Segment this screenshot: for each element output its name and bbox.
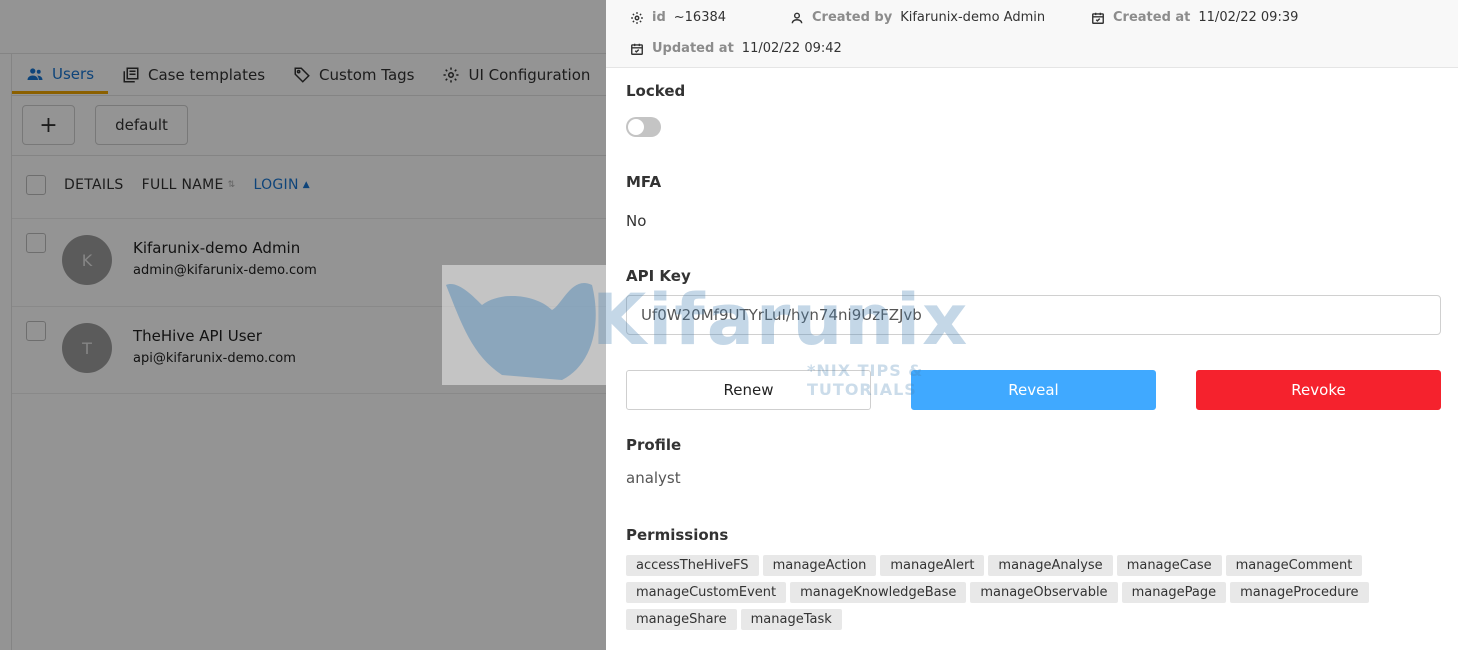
meta-created-at: Created at 11/02/22 09:39 [1091, 10, 1298, 25]
meta-updated-at: Updated at 11/02/22 09:42 [630, 41, 842, 56]
permission-tag: manageObservable [970, 582, 1118, 603]
modal-overlay[interactable] [0, 0, 606, 650]
meta-created-at-value: 11/02/22 09:39 [1198, 10, 1299, 25]
permission-tag: manageComment [1225, 555, 1363, 576]
meta-id-label: id [652, 10, 666, 25]
permission-tag: manageAction [762, 555, 877, 576]
mfa-value: No [626, 212, 647, 230]
meta-created-by-value: Kifarunix-demo Admin [900, 10, 1046, 25]
meta-created-by-label: Created by [812, 10, 893, 25]
meta-created-by: Created by Kifarunix-demo Admin [790, 10, 1045, 25]
permission-tag: manageAlert [880, 555, 985, 576]
calendar-icon [1092, 12, 1104, 24]
permission-tag: manageAnalyse [988, 555, 1113, 576]
permission-tag: manageProcedure [1230, 582, 1369, 603]
permission-tag: manageKnowledgeBase [790, 582, 967, 603]
locked-label: Locked [626, 82, 686, 100]
api-key-label: API Key [626, 267, 691, 285]
calendar-icon [631, 43, 643, 55]
revoke-button[interactable]: Revoke [1196, 370, 1441, 410]
toggle-knob [628, 119, 644, 135]
permission-tag: manageTask [740, 609, 842, 630]
api-key-field[interactable] [626, 295, 1441, 335]
profile-value: analyst [626, 469, 681, 487]
permissions-label: Permissions [626, 526, 729, 544]
permission-tag: manageCustomEvent [626, 582, 787, 603]
meta-id-value: ~16384 [673, 10, 727, 25]
user-meta-bar: id ~16384 Created by Kifarunix-demo Admi… [606, 0, 1458, 68]
gear-icon [631, 11, 643, 24]
meta-updated-at-label: Updated at [652, 41, 734, 56]
permission-tag: managePage [1121, 582, 1227, 603]
permission-tag: accessTheHiveFS [626, 555, 759, 576]
locked-toggle[interactable] [626, 117, 661, 137]
profile-label: Profile [626, 436, 682, 454]
user-icon [791, 12, 803, 23]
permission-tag: manageShare [626, 609, 737, 630]
mfa-label: MFA [626, 173, 662, 191]
permissions-list: accessTheHiveFS manageAction manageAlert… [626, 555, 1446, 630]
meta-id: id ~16384 [630, 10, 726, 25]
reveal-button[interactable]: Reveal [911, 370, 1156, 410]
user-details-drawer: id ~16384 Created by Kifarunix-demo Admi… [606, 0, 1458, 650]
permission-tag: manageCase [1116, 555, 1222, 576]
meta-updated-at-value: 11/02/22 09:42 [741, 41, 842, 56]
meta-created-at-label: Created at [1113, 10, 1191, 25]
renew-button[interactable]: Renew [626, 370, 871, 410]
